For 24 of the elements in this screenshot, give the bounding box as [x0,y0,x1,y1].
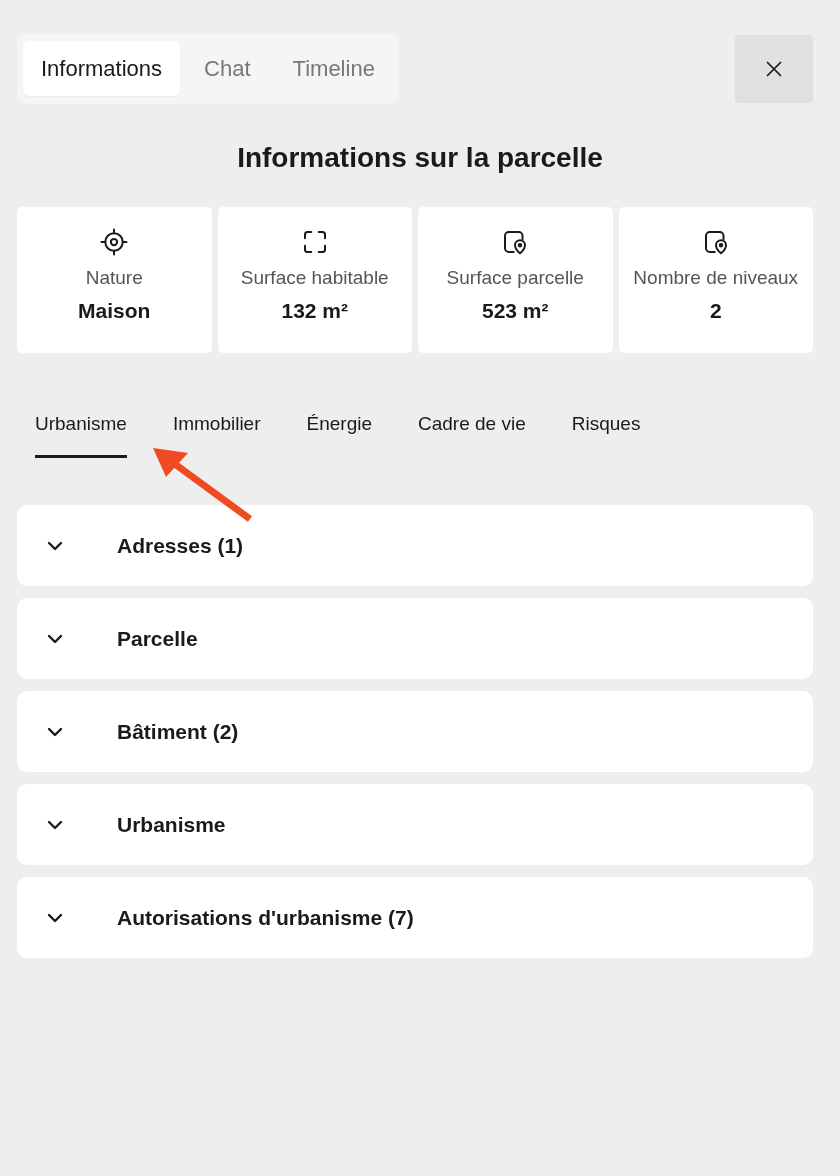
section-tab[interactable]: Immobilier [172,405,261,458]
tab[interactable]: Chat [186,41,269,96]
stat-label: Nature [85,267,143,289]
close-button[interactable] [735,35,813,103]
tab[interactable]: Timeline [274,41,393,96]
stat-label: Nombre de niveaux [633,267,799,289]
stat-value: 132 m² [281,299,348,323]
accordion-header[interactable]: Autorisations d'urbanisme (7) [17,877,813,958]
panel-title: Informations sur la parcelle [236,142,604,174]
accordion-header[interactable]: Urbanisme [17,784,813,865]
section-tab[interactable]: Urbanisme [35,405,127,458]
accordion-header[interactable]: Parcelle [17,598,813,679]
stat-value: 2 [709,299,722,323]
accordion-header[interactable]: Adresses (1) [17,505,813,586]
stat-value: 523 m² [481,299,549,323]
accordion-header[interactable]: Bâtiment (2) [17,691,813,772]
stat-label: Surface parcelle [446,267,584,289]
stat-label: Surface habitable [240,267,389,289]
tab[interactable]: Informations [23,41,181,96]
section-tab[interactable]: Cadre de vie [418,405,526,458]
target-icon [99,227,130,257]
stat-value: Maison [78,299,151,323]
section-tab[interactable]: Énergie [306,405,372,458]
section-tab[interactable]: Risques [571,405,641,458]
